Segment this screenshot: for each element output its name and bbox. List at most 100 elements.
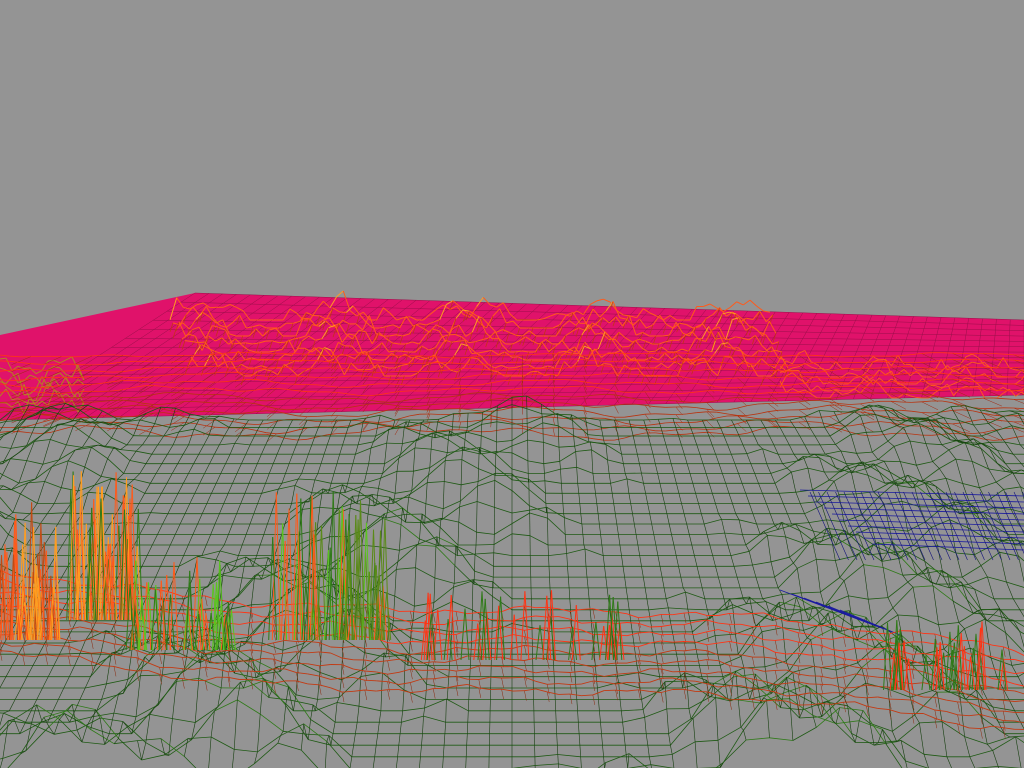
ridge-contour (614, 372, 625, 374)
ridge-contour (286, 408, 298, 411)
ridge-contour (552, 353, 564, 355)
wireframe-terrain-canvas[interactable] (0, 0, 1024, 768)
ridge-contour (860, 361, 871, 363)
hill-contour (475, 544, 495, 546)
ridge-contour (942, 352, 953, 354)
hill-contour (0, 488, 12, 491)
ridge-contour (563, 396, 574, 398)
ridge-contour (583, 364, 594, 367)
ridge-contour (102, 407, 113, 409)
ridge-contour (675, 433, 687, 436)
ridge-contour (112, 354, 123, 356)
ridge-contour (655, 352, 666, 354)
hill-contour (40, 523, 58, 525)
hill-contour (731, 453, 747, 455)
peak-contour (972, 385, 979, 388)
ridge-contour (460, 421, 472, 423)
ridge-contour (798, 391, 810, 394)
ridge-contour (511, 418, 523, 420)
ridge-contour (1013, 366, 1024, 368)
peak-contour (916, 397, 923, 399)
ridge-contour (92, 395, 103, 397)
ridge-contour (634, 381, 646, 384)
ridge-contour (368, 403, 379, 405)
ridge-contour (890, 381, 902, 383)
ridge-contour (849, 355, 861, 357)
ridge-contour (767, 391, 779, 394)
ridge-contour (276, 359, 287, 361)
ridge-contour (194, 380, 205, 383)
ridge-contour (788, 421, 799, 423)
ridge-contour (675, 382, 687, 384)
peak-contour (556, 313, 564, 315)
ridge-contour (993, 407, 1004, 409)
ridge-contour (798, 375, 810, 377)
ridge-contour (962, 366, 973, 369)
ridge-contour (890, 361, 902, 363)
ridge-contour (808, 371, 820, 374)
hill-contour (386, 442, 403, 444)
hill-contour (437, 545, 457, 547)
ridge-contour (819, 361, 830, 363)
ridge-contour (225, 402, 236, 404)
ridge-contour (102, 395, 113, 397)
ridge-contour (645, 360, 656, 363)
ridge-contour (102, 371, 113, 373)
ridge-contour (696, 402, 707, 404)
hill-contour (311, 492, 329, 494)
ridge-contour (92, 364, 103, 366)
ridge-contour (706, 355, 717, 357)
ridge-contour (440, 383, 451, 385)
hill-contour (820, 444, 836, 446)
peak-contour (458, 340, 466, 342)
ridge-contour (174, 387, 185, 389)
ridge-contour (174, 360, 185, 363)
ridge-contour (880, 393, 891, 395)
hill-contour (494, 472, 513, 475)
ridge-contour (778, 402, 789, 404)
ridge-contour (286, 383, 298, 385)
ridge-contour (665, 361, 676, 363)
ridge-contour (890, 432, 902, 434)
ridge-contour (204, 361, 216, 363)
ridge-contour (757, 403, 769, 405)
ridge-contour (696, 428, 707, 430)
ridge-contour (788, 364, 799, 366)
ridge-contour (880, 387, 891, 389)
ridge-contour (430, 413, 441, 415)
ridge-contour (143, 361, 154, 363)
ridge-contour (686, 370, 697, 372)
ridge-contour (71, 363, 82, 366)
ridge-contour (604, 383, 615, 385)
hill-contour (453, 412, 469, 414)
ridge-contour (532, 394, 543, 397)
ridge-contour (552, 367, 564, 370)
ridge-contour (686, 382, 697, 384)
ridge-contour (901, 361, 912, 363)
terrain-viewport[interactable] (0, 0, 1024, 768)
ridge-contour (604, 393, 615, 396)
ridge-contour (501, 369, 513, 371)
hill-contour (34, 427, 50, 429)
ridge-contour (870, 367, 881, 369)
ridge-contour (778, 384, 789, 387)
peak-contour (198, 341, 206, 344)
ridge-contour (419, 355, 431, 357)
ridge-contour (890, 355, 902, 357)
hill-contour (452, 426, 468, 428)
peak-contour (278, 341, 286, 344)
ridge-contour (358, 395, 369, 397)
peak-contour (724, 356, 732, 358)
ridge-contour (389, 371, 400, 373)
ridge-contour (675, 370, 687, 372)
peak-contour (621, 346, 629, 348)
ridge-contour (532, 361, 543, 363)
ridge-contour (665, 399, 676, 402)
peak-contour (817, 368, 824, 370)
ridge-contour (450, 387, 461, 390)
ridge-contour (40, 376, 52, 379)
ridge-contour (296, 398, 308, 400)
ridge-contour (286, 398, 298, 400)
ridge-contour (552, 386, 564, 389)
peak-contour (339, 311, 347, 313)
